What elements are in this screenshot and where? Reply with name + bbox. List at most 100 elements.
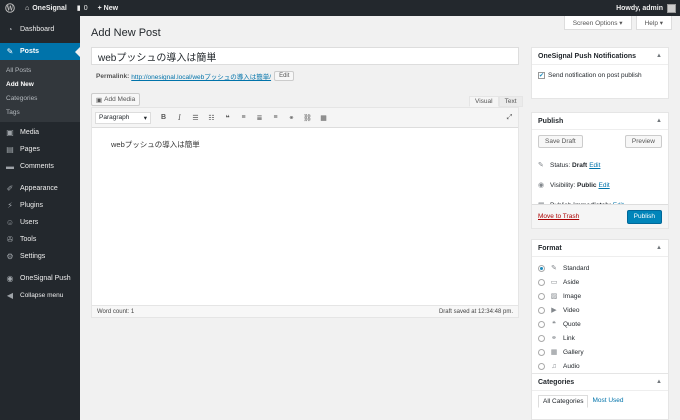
format-radio[interactable]	[538, 278, 545, 286]
unlink-icon[interactable]: ⛓	[301, 111, 314, 124]
triangle-up-icon[interactable]: ▲	[656, 118, 662, 124]
comments-link[interactable]: ▮ 0	[72, 0, 93, 16]
triangle-up-icon[interactable]: ▲	[656, 245, 662, 251]
format-option-video[interactable]: ▶ Video	[538, 303, 662, 317]
status-edit-link[interactable]: Edit	[589, 162, 600, 169]
format-option-quote[interactable]: ❝ Quote	[538, 317, 662, 331]
triangle-up-icon[interactable]: ▲	[656, 379, 662, 385]
editor-body[interactable]: webプッシュの導入は簡単	[92, 128, 518, 161]
visibility-edit-link[interactable]: Edit	[599, 182, 610, 189]
format-option-link[interactable]: ⚭ Link	[538, 331, 662, 345]
page-icon: ▤	[6, 145, 14, 154]
sidebar-item-pages[interactable]: ▤ Pages	[0, 141, 80, 158]
sidebar-item-dashboard[interactable]: ◔ Dashboard	[0, 21, 80, 38]
align-center-icon[interactable]: ≣	[253, 111, 266, 124]
editor-toolbar: Paragraph ▾ B I ☰ ☷ ❝ ≡ ≣ ≡ ⚭ ⛓ ▦ ⤢	[92, 108, 518, 128]
format-metabox-header[interactable]: Format ▲	[532, 240, 668, 257]
sidebar-item-plugins[interactable]: ⚡ Plugins	[0, 197, 80, 214]
format-radio[interactable]	[538, 334, 545, 342]
site-name: OneSignal	[32, 4, 67, 12]
comment-icon: ▬	[6, 162, 14, 171]
tab-text[interactable]: Text	[498, 96, 523, 107]
sidebar-item-users[interactable]: ☺ Users	[0, 214, 80, 231]
format-radio[interactable]	[538, 320, 545, 328]
sidebar-item-appearance[interactable]: ✐ Appearance	[0, 180, 80, 197]
svg-text:W: W	[6, 5, 14, 12]
submenu-categories[interactable]: Categories	[0, 91, 80, 105]
format-radio[interactable]	[538, 264, 545, 272]
format-radio[interactable]	[538, 362, 545, 370]
permalink-edit-button[interactable]: Edit	[274, 71, 295, 81]
howdy-account[interactable]: Howdy, admin	[616, 5, 663, 12]
submenu-add-new[interactable]: Add New	[0, 77, 80, 91]
editor-status-bar: Word count: 1 Draft saved at 12:34:48 pm…	[92, 305, 518, 317]
wordpress-logo-icon[interactable]: W	[0, 0, 20, 16]
tab-visual[interactable]: Visual	[469, 96, 499, 107]
home-icon: ⌂	[25, 4, 30, 12]
format-radio[interactable]	[538, 292, 545, 300]
toolbar-toggle-icon[interactable]: ▦	[317, 111, 330, 124]
sidebar-item-onesignal[interactable]: ◉ OneSignal Push	[0, 270, 80, 287]
triangle-up-icon[interactable]: ▲	[656, 53, 662, 59]
publish-button[interactable]: Publish	[626, 209, 662, 224]
tab-most-used[interactable]: Most Used	[588, 395, 627, 408]
image-icon: ▨	[550, 293, 558, 300]
blockquote-icon[interactable]: ❝	[221, 111, 234, 124]
sidebar-item-media[interactable]: ▣ Media	[0, 124, 80, 141]
help-button[interactable]: Help ▾	[635, 16, 672, 30]
sidebar-item-tools[interactable]: ✇ Tools	[0, 231, 80, 248]
send-notification-checkbox[interactable]: ✔	[538, 71, 545, 79]
move-to-trash-link[interactable]: Move to Trash	[538, 213, 579, 220]
format-option-gallery[interactable]: ▦ Gallery	[538, 345, 662, 359]
permalink-url[interactable]: http://onesignal.local/webプッシュの導入は簡単/	[131, 71, 271, 81]
align-right-icon[interactable]: ≡	[269, 111, 282, 124]
pin-icon: ✎	[551, 265, 557, 272]
format-option-audio[interactable]: ♫ Audio	[538, 359, 662, 373]
collapse-menu-button[interactable]: ◀ Collapse menu	[0, 287, 80, 304]
sidebar-item-posts[interactable]: ✎ Posts	[0, 43, 80, 60]
tab-all-categories[interactable]: All Categories	[538, 395, 589, 408]
save-draft-button[interactable]: Save Draft	[538, 135, 583, 148]
publish-metabox-header[interactable]: Publish ▲	[532, 113, 668, 130]
categories-metabox-header[interactable]: Categories ▲	[532, 374, 668, 391]
post-title-input[interactable]: webプッシュの導入は簡単	[91, 47, 519, 65]
new-content-link[interactable]: + New	[93, 0, 123, 16]
format-radio[interactable]	[538, 348, 545, 356]
onesignal-icon: ◉	[6, 274, 14, 283]
post-editor: Paragraph ▾ B I ☰ ☷ ❝ ≡ ≣ ≡ ⚭ ⛓ ▦ ⤢ webプッ…	[91, 107, 519, 318]
site-name-link[interactable]: ⌂ OneSignal	[20, 0, 72, 16]
publish-metabox: Publish ▲ Save Draft Preview ✎ Status: Dra…	[531, 112, 669, 229]
page-title: Add New Post	[91, 27, 161, 39]
submenu-tags[interactable]: Tags	[0, 105, 80, 119]
fullscreen-icon[interactable]: ⤢	[503, 111, 516, 124]
video-icon: ▶	[551, 307, 557, 314]
sidebar-item-settings[interactable]: ⚙ Settings	[0, 248, 80, 265]
bold-icon[interactable]: B	[157, 111, 170, 124]
categories-metabox: Categories ▲ All Categories Most Used	[531, 373, 669, 420]
italic-icon[interactable]: I	[173, 111, 186, 124]
align-left-icon[interactable]: ≡	[237, 111, 250, 124]
preview-button[interactable]: Preview	[624, 135, 662, 148]
format-option-aside[interactable]: ▭ Aside	[538, 275, 662, 289]
numbered-list-icon[interactable]: ☷	[205, 111, 218, 124]
screen-options-button[interactable]: Screen Options ▾	[563, 16, 632, 30]
avatar[interactable]	[667, 3, 676, 13]
draft-saved-status: Draft saved at 12:34:48 pm.	[438, 308, 513, 315]
add-media-button[interactable]: ▣ Add Media	[91, 93, 141, 106]
admin-sidebar: ◔ Dashboard ✎ Posts All Posts Add New Cate…	[0, 16, 80, 420]
format-option-image[interactable]: ▨ Image	[538, 289, 662, 303]
format-radio[interactable]	[538, 306, 545, 314]
bullet-list-icon[interactable]: ☰	[189, 111, 202, 124]
brush-icon: ✐	[6, 184, 14, 193]
gallery-icon: ▦	[550, 349, 558, 356]
onesignal-metabox-header[interactable]: OneSignal Push Notifications ▲	[532, 48, 668, 65]
sidebar-item-comments[interactable]: ▬ Comments	[0, 158, 80, 175]
format-select[interactable]: Paragraph ▾	[95, 111, 151, 124]
aside-icon: ▭	[550, 279, 558, 286]
chevron-down-icon: ▾	[143, 114, 147, 122]
submenu-all-posts[interactable]: All Posts	[0, 63, 80, 77]
settings-icon: ⚙	[6, 252, 14, 261]
link-icon[interactable]: ⚭	[285, 111, 298, 124]
format-option-standard[interactable]: ✎ Standard	[538, 261, 662, 275]
comment-count: 0	[83, 4, 88, 12]
